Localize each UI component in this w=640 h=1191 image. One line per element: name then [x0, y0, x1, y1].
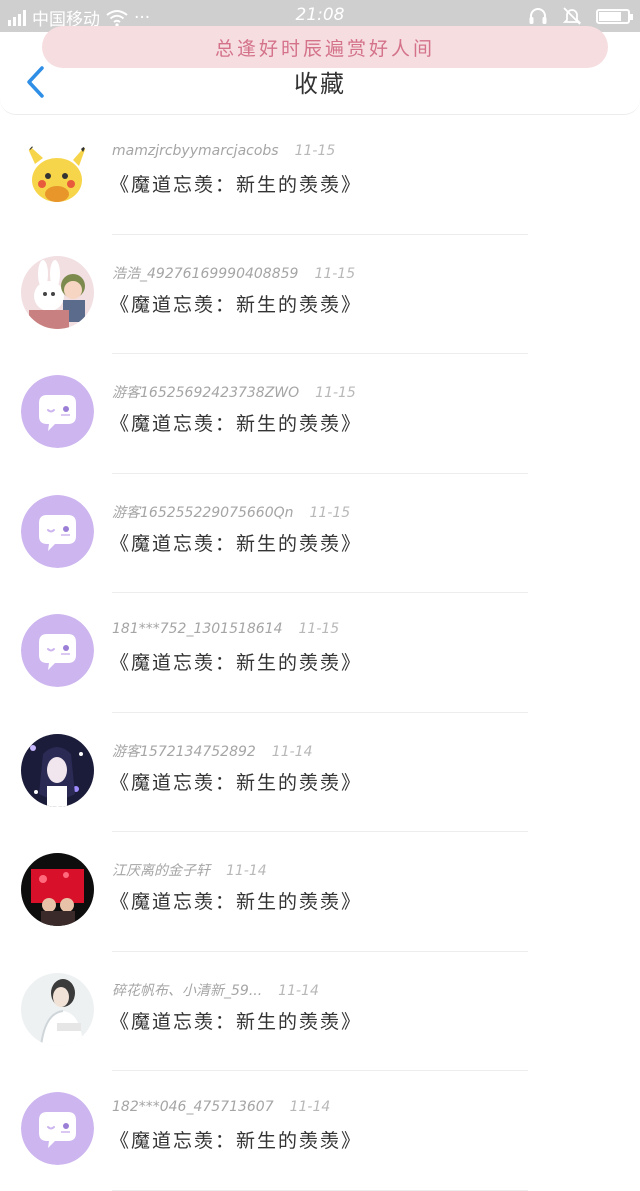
work-title[interactable]: 《魔道忘羡：新生的羡羡》: [110, 1126, 362, 1153]
item-meta: 浩浩_49276169990408859 11-15: [112, 263, 355, 283]
avatar[interactable]: [21, 972, 94, 1046]
work-title[interactable]: 《魔道忘羡：新生的羡羡》: [110, 648, 362, 675]
avatar[interactable]: [21, 375, 94, 448]
username: 182***046_475713607: [112, 1099, 274, 1115]
work-title[interactable]: 《魔道忘羡：新生的羡羡》: [110, 409, 362, 436]
work-title[interactable]: 《魔道忘羡：新生的羡羡》: [110, 1007, 362, 1034]
avatar[interactable]: [21, 1092, 94, 1165]
list-item[interactable]: 游客16525692423738ZWO 11-15 《魔道忘羡：新生的羡羡》: [0, 354, 640, 474]
item-meta: 游客16525692423738ZWO 11-15: [112, 382, 356, 402]
list-item[interactable]: 浩浩_49276169990408859 11-15 《魔道忘羡：新生的羡羡》: [0, 235, 640, 354]
work-title[interactable]: 《魔道忘羡：新生的羡羡》: [110, 170, 362, 197]
list-item[interactable]: 碎花帆布、小清新_59... 11-14 《魔道忘羡：新生的羡羡》: [0, 952, 640, 1071]
avatar[interactable]: [21, 853, 94, 926]
list-item[interactable]: 181***752_1301518614 11-15 《魔道忘羡：新生的羡羡》: [0, 593, 640, 713]
username: 江厌离的金子轩: [112, 863, 210, 879]
item-meta: 碎花帆布、小清新_59... 11-14: [112, 980, 319, 1000]
work-title[interactable]: 《魔道忘羡：新生的羡羡》: [110, 290, 362, 317]
item-date: 11-15: [294, 143, 336, 159]
item-date: 11-15: [298, 621, 340, 637]
list-item[interactable]: 游客165255229075660Qn 11-15 《魔道忘羡：新生的羡羡》: [0, 474, 640, 593]
username: 181***752_1301518614: [112, 621, 283, 637]
work-title[interactable]: 《魔道忘羡：新生的羡羡》: [110, 887, 362, 914]
mute-bell-icon: [562, 7, 582, 25]
username: 碎花帆布、小清新_59...: [112, 982, 263, 999]
avatar[interactable]: [21, 614, 94, 687]
item-date: 11-14: [289, 1099, 331, 1115]
username: 游客16525692423738ZWO: [112, 385, 300, 401]
item-meta: 游客165255229075660Qn 11-15: [112, 502, 350, 522]
item-meta: 游客1572134752892 11-14: [112, 741, 312, 761]
username: 游客1572134752892: [112, 743, 256, 760]
list-item[interactable]: 游客1572134752892 11-14 《魔道忘羡：新生的羡羡》: [0, 713, 640, 832]
slogan-banner: 总逢好时辰遍赏好人间: [42, 26, 608, 68]
list-item[interactable]: 江厌离的金子轩 11-14 《魔道忘羡：新生的羡羡》: [0, 832, 640, 952]
item-date: 11-14: [226, 863, 267, 879]
item-meta: 182***046_475713607 11-14: [112, 1099, 330, 1115]
item-date: 11-15: [315, 385, 356, 401]
page-title: 收藏: [294, 70, 346, 98]
username: 浩浩_49276169990408859: [112, 265, 299, 282]
item-date: 11-15: [314, 265, 356, 282]
work-title[interactable]: 《魔道忘羡：新生的羡羡》: [110, 768, 362, 795]
item-meta: mamzjrcbyymarcjacobs 11-15: [112, 143, 335, 159]
page-header: 总逢好时辰遍赏好人间 收藏: [0, 26, 640, 115]
list-item[interactable]: mamzjrcbyymarcjacobs 11-15 《魔道忘羡：新生的羡羡》: [0, 115, 640, 235]
status-right: [528, 6, 633, 26]
avatar[interactable]: [21, 733, 94, 807]
headset-icon: [529, 8, 547, 24]
avatar[interactable]: [21, 136, 94, 209]
avatar[interactable]: [21, 494, 94, 568]
divider: [112, 1189, 528, 1191]
item-date: 11-15: [309, 504, 351, 521]
list-item[interactable]: 182***046_475713607 11-14 《魔道忘羡：新生的羡羡》: [0, 1071, 640, 1191]
work-title[interactable]: 《魔道忘羡：新生的羡羡》: [110, 529, 362, 556]
item-date: 11-14: [271, 743, 313, 760]
item-meta: 江厌离的金子轩 11-14: [112, 860, 267, 880]
avatar[interactable]: [21, 255, 94, 329]
username: 游客165255229075660Qn: [112, 504, 294, 521]
favorites-list: mamzjrcbyymarcjacobs 11-15 《魔道忘羡：新生的羡羡》 浩浩_…: [0, 115, 640, 1191]
battery-icon: [596, 8, 633, 24]
item-date: 11-14: [278, 982, 319, 999]
item-meta: 181***752_1301518614 11-15: [112, 621, 339, 637]
username: mamzjrcbyymarcjacobs: [112, 143, 279, 159]
